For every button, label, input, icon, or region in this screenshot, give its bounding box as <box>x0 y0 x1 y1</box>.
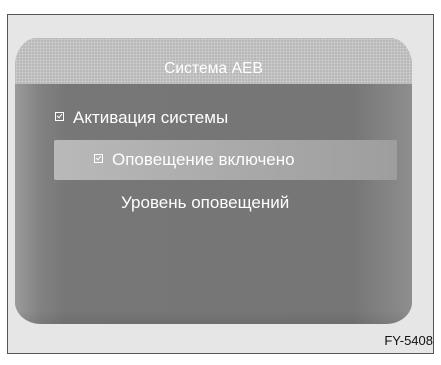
checkbox-checked-icon[interactable] <box>94 154 103 163</box>
screen-bottom-shade <box>15 310 412 324</box>
aeb-display-screen: Система AEB <box>15 38 412 324</box>
menu-item-alert-level[interactable]: Уровень оповещений <box>121 193 289 213</box>
menu-item-system-activation[interactable]: Активация системы <box>55 108 228 128</box>
menu-item-label: Уровень оповещений <box>121 193 290 212</box>
screen-title: Система AEB <box>164 60 263 77</box>
checkbox-checked-icon[interactable] <box>55 112 64 121</box>
menu-item-label: Активация системы <box>73 108 229 127</box>
menu-item-alert-enabled[interactable]: Оповещение включено <box>94 150 295 170</box>
menu-item-label: Оповещение включено <box>112 150 295 169</box>
figure-code: FY-5408 <box>384 333 433 348</box>
